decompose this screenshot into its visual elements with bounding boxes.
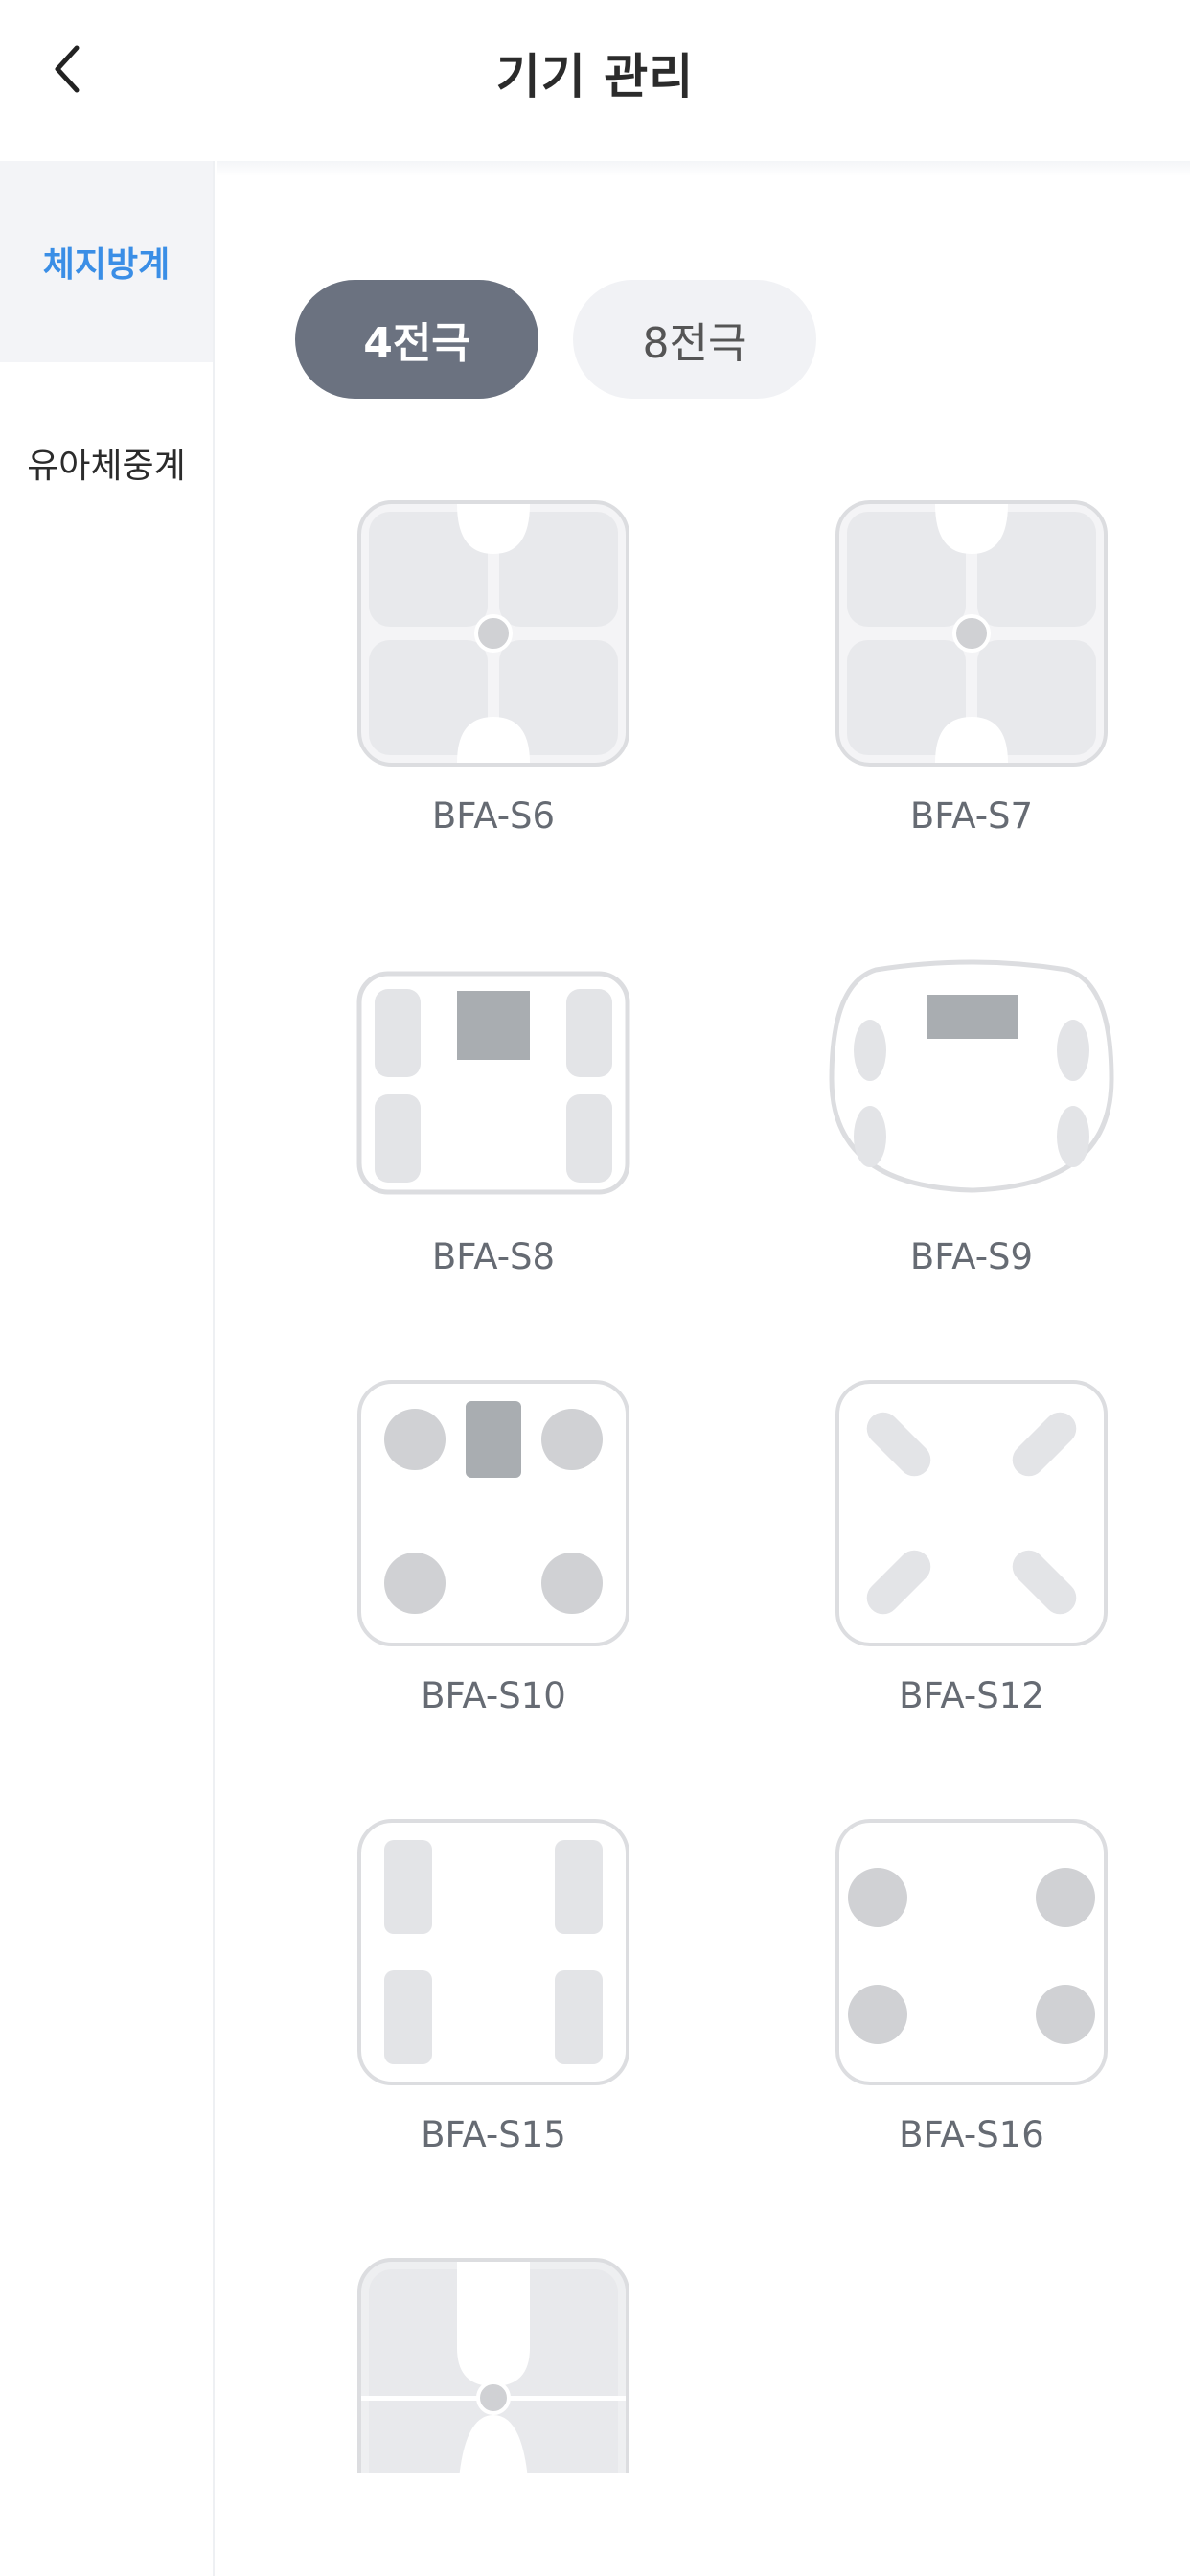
scale-image	[829, 959, 1114, 1193]
scale-image	[835, 500, 1108, 767]
device-list-panel: 4전극 8전극 BFA-S6 BFA-S7 BFA-S8 BFA-S9 BFA-…	[217, 161, 1190, 2576]
device-card-bfa-s16[interactable]: BFA-S16	[828, 1813, 1115, 2155]
device-name: BFA-S9	[909, 1236, 1034, 1277]
device-name: BFA-S16	[899, 2114, 1044, 2155]
scale-image	[357, 1819, 629, 2085]
device-card-bfa-s9[interactable]: BFA-S9	[828, 935, 1115, 1277]
device-name: BFA-S12	[899, 1675, 1044, 1716]
device-card-partial[interactable]	[350, 2252, 637, 2472]
scale-image	[357, 2258, 629, 2472]
page-title: 기기 관리	[495, 49, 695, 104]
device-card-bfa-s12[interactable]: BFA-S12	[828, 1374, 1115, 1716]
electrode-tabs: 4전극 8전극	[295, 280, 816, 399]
device-name: BFA-S10	[421, 1675, 566, 1716]
device-name: BFA-S8	[431, 1236, 556, 1277]
tab-4-electrode[interactable]: 4전극	[295, 280, 538, 399]
device-name: BFA-S15	[421, 2114, 566, 2155]
divider-shadow	[217, 161, 1190, 176]
device-name: BFA-S6	[431, 795, 556, 837]
scale-image	[357, 500, 629, 767]
device-card-bfa-s15[interactable]: BFA-S15	[350, 1813, 637, 2155]
device-card-bfa-s7[interactable]: BFA-S7	[828, 494, 1115, 837]
device-card-bfa-s6[interactable]: BFA-S6	[350, 494, 637, 837]
header-bar: 기기 관리	[0, 0, 1190, 161]
category-sidebar: 체지방계 유아체중계	[0, 161, 215, 2576]
scale-image	[357, 1380, 629, 1646]
device-card-bfa-s8[interactable]: BFA-S8	[350, 935, 637, 1277]
sidebar-item-body-fat-scale[interactable]: 체지방계	[0, 161, 213, 362]
device-card-bfa-s10[interactable]: BFA-S10	[350, 1374, 637, 1716]
scale-image	[356, 971, 630, 1195]
device-name: BFA-S7	[909, 795, 1034, 837]
tab-8-electrode[interactable]: 8전극	[573, 280, 816, 399]
scale-image	[835, 1819, 1108, 2085]
sidebar-item-baby-scale[interactable]: 유아체중계	[0, 362, 213, 564]
scale-image	[835, 1380, 1108, 1646]
